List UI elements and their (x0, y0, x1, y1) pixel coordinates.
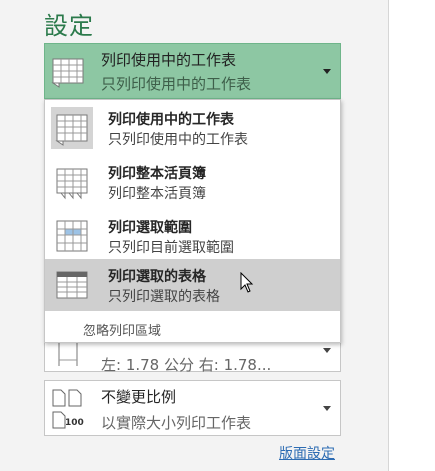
menu-item-selection[interactable]: 列印選取範圍 只列印目前選取範圍 (45, 210, 340, 262)
ignore-print-area[interactable]: 忽略列印區域 (83, 320, 161, 339)
table-icon (56, 271, 88, 299)
menu-item-title: 列印選取的表格 (108, 269, 206, 285)
chevron-down-icon (323, 406, 331, 411)
right-pane (388, 0, 435, 471)
chevron-down-icon (323, 348, 331, 353)
scaling-dropdown[interactable]: 100 不變更比例 以實際大小列印工作表 (44, 380, 341, 436)
scaling-badge: 100 (65, 418, 84, 428)
page-setup-link[interactable]: 版面設定 (279, 443, 335, 463)
menu-item-title: 列印選取範圍 (108, 220, 192, 236)
settings-title: 設定 (44, 12, 94, 40)
print-what-dropdown[interactable]: 列印使用中的工作表 只列印使用中的工作表 (44, 43, 341, 99)
margins-text: 左: 1.78 公分 右: 1.78... (101, 356, 272, 374)
menu-item-title: 列印使用中的工作表 (108, 112, 234, 128)
mouse-cursor-icon (240, 272, 254, 293)
menu-item-subtitle: 只列印目前選取範圍 (108, 240, 234, 256)
chevron-down-icon (323, 69, 331, 74)
active-sheet-icon (51, 58, 84, 88)
workbook-icon (56, 168, 88, 200)
scaling-title: 不變更比例 (101, 388, 177, 406)
menu-item-table[interactable]: 列印選取的表格 只列印選取的表格 (45, 259, 340, 311)
selection-icon (56, 220, 88, 252)
scaling-subtitle: 以實際大小列印工作表 (101, 414, 252, 432)
menu-item-subtitle: 只列印使用中的工作表 (108, 132, 248, 148)
margins-icon (58, 340, 78, 366)
menu-item-title: 列印整本活頁簿 (108, 166, 206, 182)
print-what-menu: 列印使用中的工作表 只列印使用中的工作表 列印整本活頁簿 列印整本活頁簿 列印選… (44, 99, 341, 343)
print-what-subtitle: 只列印使用中的工作表 (101, 75, 252, 93)
menu-item-subtitle: 只列印選取的表格 (108, 289, 220, 305)
print-what-title: 列印使用中的工作表 (101, 51, 237, 69)
menu-item-active-sheet[interactable]: 列印使用中的工作表 只列印使用中的工作表 (45, 102, 340, 154)
active-sheet-icon (51, 107, 93, 149)
menu-item-subtitle: 列印整本活頁簿 (108, 186, 206, 202)
menu-item-workbook[interactable]: 列印整本活頁簿 列印整本活頁簿 (45, 156, 340, 208)
